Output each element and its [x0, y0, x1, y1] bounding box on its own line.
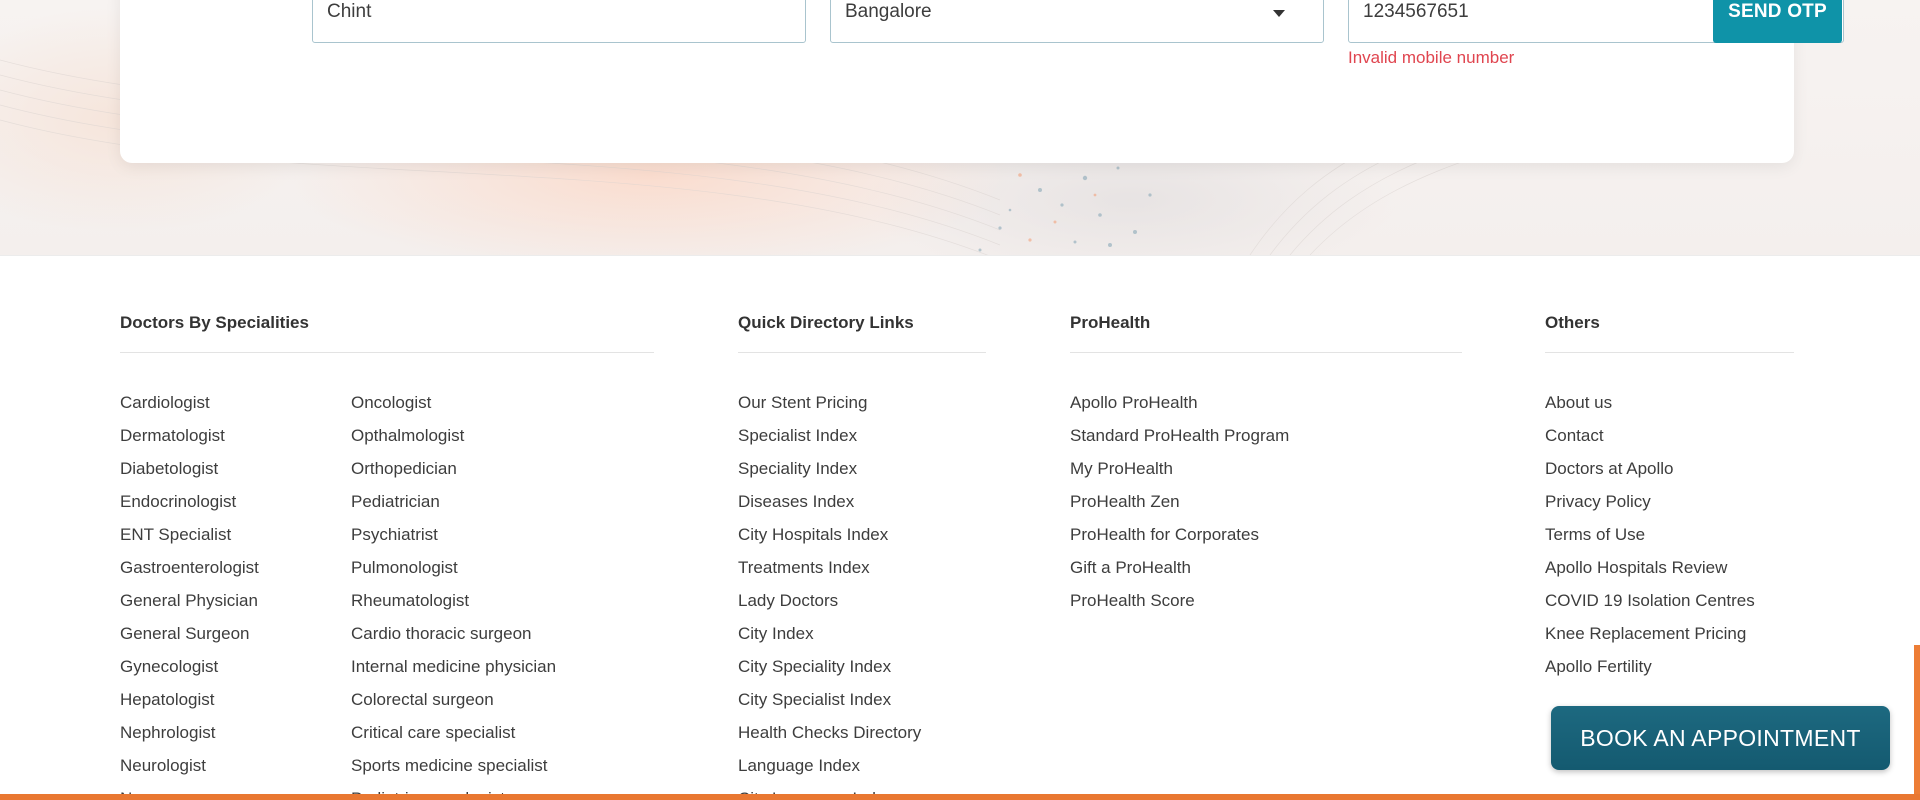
specialities-list-col2: Oncologist Opthalmologist Orthopedician … [351, 386, 556, 794]
speciality-link[interactable]: Colorectal surgeon [351, 683, 556, 716]
speciality-link[interactable]: Cardio thoracic surgeon [351, 617, 556, 650]
others-link[interactable]: Contact [1545, 419, 1755, 452]
prohealth-list: Apollo ProHealth Standard ProHealth Prog… [1070, 386, 1289, 617]
footer-quick-links-section: Quick Directory Links [738, 313, 986, 353]
quick-link[interactable]: Specialist Index [738, 419, 921, 452]
divider [738, 352, 986, 353]
speciality-link[interactable]: Sports medicine specialist [351, 749, 556, 782]
send-otp-button[interactable]: SEND OTP [1713, 0, 1842, 43]
speciality-link[interactable]: Diabetologist [120, 452, 259, 485]
specialities-list-col1: Cardiologist Dermatologist Diabetologist… [120, 386, 259, 794]
quick-links-heading: Quick Directory Links [738, 313, 914, 332]
quick-link[interactable]: City Index [738, 617, 921, 650]
name-input-value: Chint [327, 1, 372, 22]
quick-link[interactable]: City Specialist Index [738, 683, 921, 716]
quick-link[interactable]: Lady Doctors [738, 584, 921, 617]
speciality-link[interactable]: Pediatrician [351, 485, 556, 518]
prohealth-heading: ProHealth [1070, 313, 1151, 332]
quick-link[interactable]: Health Checks Directory [738, 716, 921, 749]
speciality-link[interactable]: General Surgeon [120, 617, 259, 650]
quick-link[interactable]: City Hospitals Index [738, 518, 921, 551]
divider [1545, 352, 1794, 353]
quick-link[interactable]: Our Stent Pricing [738, 386, 921, 419]
mobile-number-value: 1234567651 [1363, 1, 1469, 22]
speciality-link[interactable]: Nephrologist [120, 716, 259, 749]
speciality-link[interactable]: Psychiatrist [351, 518, 556, 551]
prohealth-link[interactable]: ProHealth for Corporates [1070, 518, 1289, 551]
others-link[interactable]: Apollo Fertility [1545, 650, 1755, 683]
city-select[interactable]: Bangalore [830, 0, 1324, 43]
speciality-link[interactable]: Rheumatologist [351, 584, 556, 617]
quick-link[interactable]: Treatments Index [738, 551, 921, 584]
quick-link[interactable]: City Language Index [738, 782, 921, 794]
divider [1070, 352, 1462, 353]
speciality-link[interactable]: Critical care specialist [351, 716, 556, 749]
footer-others-section: Others [1545, 313, 1794, 353]
prohealth-link[interactable]: ProHealth Score [1070, 584, 1289, 617]
others-heading: Others [1545, 313, 1600, 332]
footer-prohealth-section: ProHealth [1070, 313, 1462, 353]
speciality-link[interactable]: Pulmonologist [351, 551, 556, 584]
prohealth-link[interactable]: My ProHealth [1070, 452, 1289, 485]
others-link[interactable]: Privacy Policy [1545, 485, 1755, 518]
speciality-link[interactable]: Gynecologist [120, 650, 259, 683]
speciality-link[interactable]: Gastroenterologist [120, 551, 259, 584]
name-input[interactable]: Chint [312, 0, 806, 43]
quick-link[interactable]: Speciality Index [738, 452, 921, 485]
others-link[interactable]: Terms of Use [1545, 518, 1755, 551]
others-link[interactable]: Apollo Hospitals Review [1545, 551, 1755, 584]
speciality-link[interactable]: ENT Specialist [120, 518, 259, 551]
speciality-link[interactable]: Cardiologist [120, 386, 259, 419]
others-link[interactable]: About us [1545, 386, 1755, 419]
others-list: About us Contact Doctors at Apollo Priva… [1545, 386, 1755, 683]
speciality-link[interactable]: Pediatric neurologist [351, 782, 556, 794]
divider [120, 352, 654, 353]
others-link[interactable]: Knee Replacement Pricing [1545, 617, 1755, 650]
chevron-down-icon [1273, 10, 1285, 17]
speciality-link[interactable]: Oncologist [351, 386, 556, 419]
prohealth-link[interactable]: ProHealth Zen [1070, 485, 1289, 518]
speciality-link[interactable]: Orthopedician [351, 452, 556, 485]
footer-specialities-section: Doctors By Specialities [120, 313, 654, 353]
book-appointment-button[interactable]: BOOK AN APPOINTMENT [1551, 706, 1890, 770]
quick-link[interactable]: City Speciality Index [738, 650, 921, 683]
speciality-link[interactable]: Hepatologist [120, 683, 259, 716]
others-link[interactable]: COVID 19 Isolation Centres [1545, 584, 1755, 617]
quick-link[interactable]: Diseases Index [738, 485, 921, 518]
prohealth-link[interactable]: Standard ProHealth Program [1070, 419, 1289, 452]
quick-link[interactable]: Language Index [738, 749, 921, 782]
scrollbar-thumb[interactable] [1914, 645, 1920, 794]
speciality-link[interactable]: Endocrinologist [120, 485, 259, 518]
prohealth-link[interactable]: Apollo ProHealth [1070, 386, 1289, 419]
specialities-heading: Doctors By Specialities [120, 313, 309, 332]
prohealth-link[interactable]: Gift a ProHealth [1070, 551, 1289, 584]
mobile-error-message: Invalid mobile number [1348, 48, 1515, 67]
others-link[interactable]: Doctors at Apollo [1545, 452, 1755, 485]
speciality-link[interactable]: Neurologist [120, 749, 259, 782]
speciality-link[interactable]: Dermatologist [120, 419, 259, 452]
bottom-brand-bar [0, 794, 1920, 800]
contact-form-card: Chint Bangalore 1234567651 SEND OTP Inva… [120, 0, 1844, 163]
speciality-link[interactable]: N [120, 782, 259, 794]
city-select-value: Bangalore [845, 1, 932, 22]
quick-links-list: Our Stent Pricing Specialist Index Speci… [738, 386, 921, 794]
speciality-link[interactable]: Opthalmologist [351, 419, 556, 452]
speciality-link[interactable]: General Physician [120, 584, 259, 617]
speciality-link[interactable]: Internal medicine physician [351, 650, 556, 683]
